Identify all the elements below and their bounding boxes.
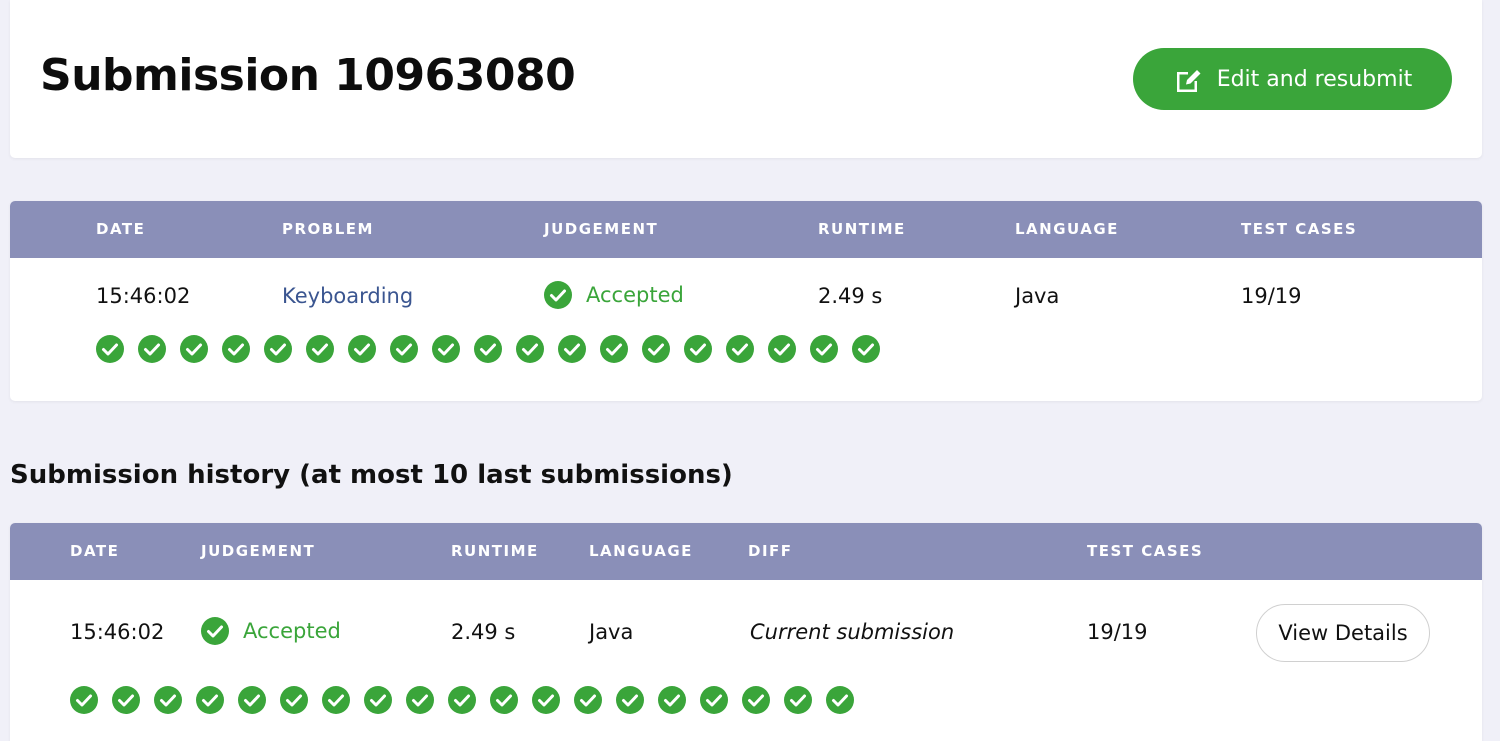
page-title: Submission 10963080 xyxy=(40,50,576,101)
test-case-passed-icon xyxy=(810,335,838,363)
view-details-button[interactable]: View Details xyxy=(1256,604,1430,662)
test-case-passed-icon xyxy=(784,686,812,714)
history-table-header: DATE JUDGEMENT RUNTIME LANGUAGE DIFF TES… xyxy=(10,523,1482,580)
test-case-passed-icon xyxy=(432,335,460,363)
test-case-passed-icon xyxy=(112,686,140,714)
test-case-passed-icon xyxy=(768,335,796,363)
test-case-passed-icon xyxy=(154,686,182,714)
test-case-passed-icon xyxy=(238,686,266,714)
submission-table-header: DATE PROBLEM JUDGEMENT RUNTIME LANGUAGE … xyxy=(10,201,1482,258)
page-header-card: Submission 10963080 Edit and resubmit xyxy=(10,0,1482,158)
test-case-passed-icon xyxy=(516,335,544,363)
submission-test-cases: 19/19 xyxy=(1241,284,1302,308)
col-runtime-header: RUNTIME xyxy=(818,220,906,238)
test-case-passed-icon xyxy=(558,335,586,363)
submission-runtime: 2.49 s xyxy=(818,284,883,308)
test-case-passed-icon xyxy=(726,335,754,363)
history-table: DATE JUDGEMENT RUNTIME LANGUAGE DIFF TES… xyxy=(10,523,1482,741)
test-case-passed-icon xyxy=(138,335,166,363)
test-case-passed-icon xyxy=(264,335,292,363)
check-circle-icon xyxy=(544,281,572,309)
test-case-passed-icon xyxy=(684,335,712,363)
submission-table: DATE PROBLEM JUDGEMENT RUNTIME LANGUAGE … xyxy=(10,201,1482,401)
history-col-test-cases-header: TEST CASES xyxy=(1087,542,1204,560)
test-case-passed-icon xyxy=(474,335,502,363)
test-case-passed-icon xyxy=(742,686,770,714)
history-heading: Submission history (at most 10 last subm… xyxy=(10,460,733,490)
history-col-runtime-header: RUNTIME xyxy=(451,542,539,560)
test-case-results xyxy=(96,335,880,363)
col-test-cases-header: TEST CASES xyxy=(1241,220,1358,238)
col-judgement-header: JUDGEMENT xyxy=(544,220,659,238)
history-diff: Current submission xyxy=(750,620,955,644)
history-col-diff-header: DIFF xyxy=(748,542,793,560)
check-circle-icon xyxy=(201,617,229,645)
col-date-header: DATE xyxy=(96,220,146,238)
problem-link[interactable]: Keyboarding xyxy=(282,284,413,308)
test-case-passed-icon xyxy=(616,686,644,714)
test-case-passed-icon xyxy=(490,686,518,714)
test-case-passed-icon xyxy=(180,335,208,363)
history-runtime: 2.49 s xyxy=(451,620,516,644)
history-judgement-status: Accepted xyxy=(201,617,341,645)
edit-and-resubmit-label: Edit and resubmit xyxy=(1216,66,1413,92)
history-col-language-header: LANGUAGE xyxy=(589,542,693,560)
test-case-passed-icon xyxy=(700,686,728,714)
test-case-passed-icon xyxy=(390,335,418,363)
test-case-passed-icon xyxy=(280,686,308,714)
test-case-passed-icon xyxy=(658,686,686,714)
test-case-passed-icon xyxy=(448,686,476,714)
test-case-passed-icon xyxy=(196,686,224,714)
history-judgement-label: Accepted xyxy=(243,619,341,643)
history-col-date-header: DATE xyxy=(70,542,120,560)
history-col-judgement-header: JUDGEMENT xyxy=(201,542,316,560)
test-case-passed-icon xyxy=(600,335,628,363)
judgement-status: Accepted xyxy=(544,281,684,309)
submission-date: 15:46:02 xyxy=(96,284,191,308)
test-case-passed-icon xyxy=(826,686,854,714)
test-case-passed-icon xyxy=(322,686,350,714)
history-test-case-results xyxy=(70,686,854,714)
edit-icon xyxy=(1176,70,1201,92)
edit-and-resubmit-button[interactable]: Edit and resubmit xyxy=(1133,48,1452,110)
history-language: Java xyxy=(589,620,634,644)
test-case-passed-icon xyxy=(70,686,98,714)
submission-language: Java xyxy=(1015,284,1060,308)
test-case-passed-icon xyxy=(532,686,560,714)
test-case-passed-icon xyxy=(852,335,880,363)
test-case-passed-icon xyxy=(406,686,434,714)
judgement-label: Accepted xyxy=(586,283,684,307)
test-case-passed-icon xyxy=(348,335,376,363)
test-case-passed-icon xyxy=(306,335,334,363)
col-problem-header: PROBLEM xyxy=(282,220,374,238)
test-case-passed-icon xyxy=(642,335,670,363)
test-case-passed-icon xyxy=(574,686,602,714)
test-case-passed-icon xyxy=(364,686,392,714)
test-case-passed-icon xyxy=(222,335,250,363)
history-date: 15:46:02 xyxy=(70,620,165,644)
col-language-header: LANGUAGE xyxy=(1015,220,1119,238)
test-case-passed-icon xyxy=(96,335,124,363)
history-test-cases: 19/19 xyxy=(1087,620,1148,644)
